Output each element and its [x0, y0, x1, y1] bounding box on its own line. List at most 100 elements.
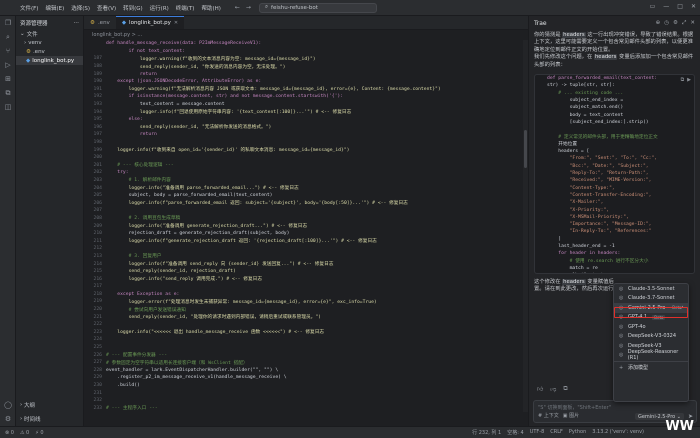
- ports-status[interactable]: ⚡ 0: [35, 430, 43, 436]
- command-search[interactable]: ⌕ feishu-refuse-bot: [258, 2, 377, 13]
- expand-icon[interactable]: ⤢: [682, 20, 686, 27]
- code-line[interactable]: 210 rejection_draft = generate_rejection…: [84, 230, 524, 238]
- code-line[interactable]: 214 logger.info(f"准备调用 send_reply 向 {sen…: [84, 260, 524, 268]
- code-line[interactable]: 197 return: [84, 131, 524, 139]
- menu-view[interactable]: 查看(V): [97, 4, 116, 12]
- model-option[interactable]: ◎ DeepSeek-V3-0324: [614, 332, 688, 342]
- code-line[interactable]: 216 logger.info("send_reply 调用完成.") # <-…: [84, 275, 524, 283]
- context-button[interactable]: # 上下文: [538, 412, 559, 419]
- code-line[interactable]: 195 else:: [84, 116, 524, 124]
- code-line[interactable]: 202 try:: [84, 169, 524, 177]
- code-line[interactable]: 201 # --- 核心处理逻辑 ---: [84, 162, 524, 170]
- menu-file[interactable]: 文件(F): [20, 4, 38, 12]
- extensions-icon[interactable]: ⊞: [0, 72, 16, 86]
- code-line[interactable]: 225: [84, 344, 524, 352]
- model-option[interactable]: ◎ GPT-4o: [614, 322, 688, 332]
- code-line[interactable]: 212: [84, 245, 524, 253]
- breadcrumb[interactable]: longlink_bot.py > ...: [84, 30, 528, 39]
- explorer-icon[interactable]: ❐: [0, 16, 16, 30]
- code-line[interactable]: 217: [84, 283, 524, 291]
- tree-item-env[interactable]: ⚙ .env: [16, 47, 83, 56]
- cursor-position[interactable]: 行 232, 列 1: [472, 429, 501, 436]
- menu-help[interactable]: 帮助(H): [201, 4, 220, 12]
- code-line[interactable]: 205 subject, body = parse_forwarded_emai…: [84, 192, 524, 200]
- code-line[interactable]: 198: [84, 139, 524, 147]
- code-line[interactable]: 221 send_reply(sender_id, "处理你的请求时遇到内部错误…: [84, 313, 524, 321]
- code-line[interactable]: 191 logger.warning(f"无法解析消息内容 JSON 或获取文本…: [84, 86, 524, 94]
- code-line[interactable]: 189 return: [84, 70, 524, 78]
- menu-terminal[interactable]: 终端(T): [176, 4, 195, 12]
- search-icon[interactable]: ⌕: [0, 30, 16, 44]
- code-line[interactable]: 232: [84, 397, 524, 405]
- chat-icon[interactable]: ◫: [0, 100, 16, 114]
- encoding[interactable]: UTF-8: [530, 429, 545, 436]
- layout-icon[interactable]: ▭: [650, 3, 656, 10]
- minimize-icon[interactable]: —: [663, 3, 669, 10]
- code-line[interactable]: 220 # 尝试向用户发送错误通知: [84, 306, 524, 314]
- tab-env[interactable]: ⚙ .env: [84, 16, 116, 29]
- folder-section[interactable]: ⌄ 文件: [16, 29, 83, 38]
- add-model-button[interactable]: + 添加模型: [614, 363, 688, 373]
- code-line[interactable]: 199 logger.info(f"收到来自 open_id='{sender_…: [84, 146, 524, 154]
- image-button[interactable]: ▣ 图片: [563, 412, 579, 419]
- code-line[interactable]: 211 logger.info(f"generate_rejection_dra…: [84, 237, 524, 245]
- code-line[interactable]: 230 .build(): [84, 382, 524, 390]
- code-line[interactable]: 208 # 2. 调用豆包生成草稿: [84, 215, 524, 223]
- model-option[interactable]: ◎ DeepSeek-Reasoner (R1): [614, 349, 688, 361]
- close-icon[interactable]: ✕: [691, 3, 696, 10]
- outline-section[interactable]: › 大纲: [16, 400, 84, 410]
- thumbs-up-icon[interactable]: 👍︎: [537, 385, 543, 393]
- tree-item-longlink-bot[interactable]: ◆ longlink_bot.py: [16, 56, 83, 65]
- code-line[interactable]: 190 except (json.JSONDecodeError, Attrib…: [84, 78, 524, 86]
- language-mode[interactable]: Python: [569, 429, 586, 436]
- code-line[interactable]: 229 .register_p2_im_message_receive_v1(h…: [84, 374, 524, 382]
- code-line[interactable]: 187 logger.warning(f"收到的文本消息内容为空: messag…: [84, 55, 524, 63]
- source-control-icon[interactable]: ⑂: [0, 44, 16, 58]
- close-icon[interactable]: ✕: [690, 20, 695, 27]
- close-tab-icon[interactable]: ✕: [174, 20, 178, 26]
- new-chat-icon[interactable]: ⊕: [656, 20, 661, 27]
- code-line[interactable]: 218 except Exception as e:: [84, 291, 524, 299]
- copy-icon[interactable]: ⧉: [681, 77, 685, 83]
- tree-item-venv[interactable]: › venv: [16, 38, 83, 47]
- code-line[interactable]: 209 logger.info("准备调用 generate_rejection…: [84, 222, 524, 230]
- forward-icon[interactable]: →: [246, 4, 251, 11]
- run-debug-icon[interactable]: ▷: [0, 58, 16, 72]
- menu-select[interactable]: 选择(S): [71, 4, 90, 12]
- more-icon[interactable]: ⋯: [74, 20, 80, 26]
- apply-icon[interactable]: ▶: [687, 77, 691, 83]
- history-icon[interactable]: ◷: [664, 20, 669, 27]
- back-icon[interactable]: ←: [235, 4, 240, 11]
- code-view[interactable]: def handle_message_receive(data: P2ImMes…: [84, 40, 524, 412]
- code-line[interactable]: 224: [84, 336, 524, 344]
- scrollbar-thumb[interactable]: [524, 130, 527, 168]
- code-line[interactable]: 200: [84, 154, 524, 162]
- menu-edit[interactable]: 编辑(E): [45, 4, 64, 12]
- code-line[interactable]: 231: [84, 389, 524, 397]
- code-line[interactable]: 227 # 参数固定为空字符串以适用长连接客户端（和 WsClient 搭配）: [84, 359, 524, 367]
- code-line[interactable]: 223 logger.info("<<<<<< 退出 handle_messag…: [84, 329, 524, 337]
- timeline-section[interactable]: › 时间线: [16, 414, 84, 424]
- code-line[interactable]: 194 logger.info(f"回退使用原始字符串内容: '{text_co…: [84, 108, 524, 116]
- tab-longlink-bot[interactable]: ◆ longlink_bot.py ✕: [115, 16, 185, 29]
- maximize-icon[interactable]: □: [677, 3, 683, 10]
- menu-go[interactable]: 转到(G): [123, 4, 143, 12]
- code-line[interactable]: 228 event_handler = lark.EventDispatcherH…: [84, 367, 524, 375]
- code-line[interactable]: 188 send_reply(sender_id, "你发送的消息内容为空，无法…: [84, 63, 524, 71]
- code-line[interactable]: 207: [84, 207, 524, 215]
- code-line[interactable]: 215 send_reply(sender_id, rejection_draf…: [84, 268, 524, 276]
- menu-run[interactable]: 运行(R): [150, 4, 169, 12]
- indentation[interactable]: 空格: 4: [507, 429, 523, 436]
- code-line[interactable]: 196 send_reply(sender_id, "无法解析你发送的消息格式。…: [84, 124, 524, 132]
- code-line[interactable]: 213 # 3. 回复用户: [84, 253, 524, 261]
- line-ending[interactable]: CRLF: [550, 429, 563, 436]
- code-line[interactable]: 233 # --- 主程序入口 ---: [84, 405, 524, 413]
- thumbs-down-icon[interactable]: 👎︎: [550, 385, 556, 393]
- code-line[interactable]: 192 if isinstance(message.content, str) …: [84, 93, 524, 101]
- copy-icon[interactable]: ⧉: [563, 385, 567, 393]
- code-line[interactable]: 206 logger.info(f"parse_forwarded_email …: [84, 199, 524, 207]
- model-option[interactable]: ◎ Claude-3.7-Sonnet: [614, 294, 688, 304]
- model-option[interactable]: ◎ Claude-3.5-Sonnet: [614, 284, 688, 294]
- code-line[interactable]: if not text_content:: [84, 48, 524, 56]
- account-icon[interactable]: ◯: [0, 398, 16, 412]
